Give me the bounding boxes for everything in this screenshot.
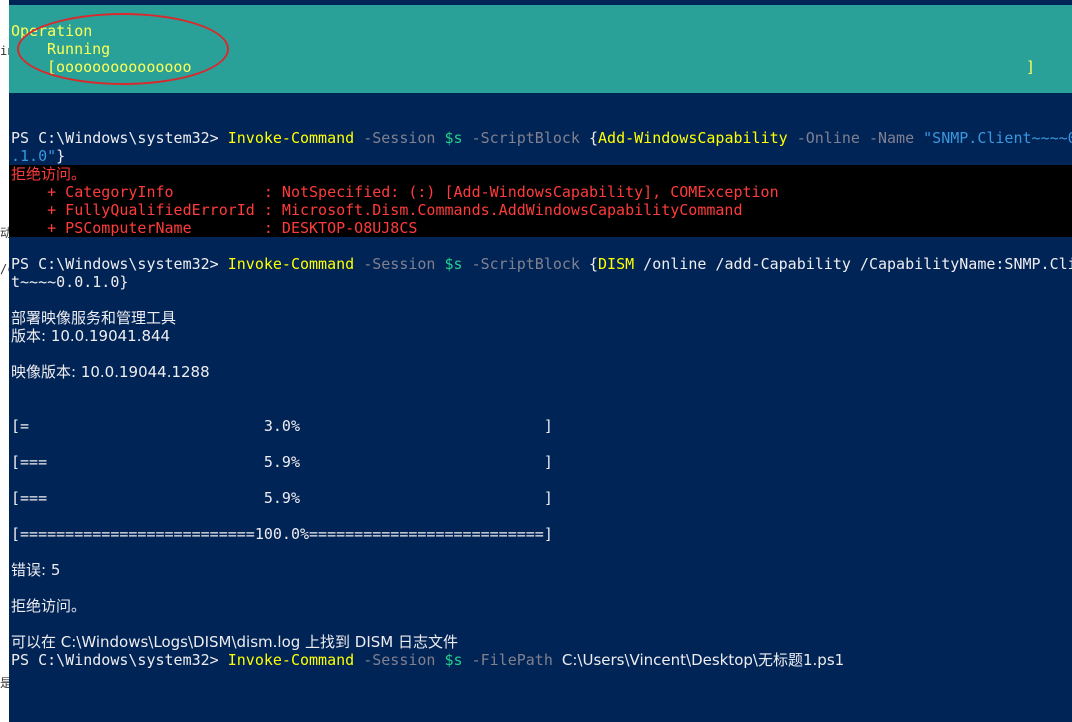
dism-image-version: 映像版本: 10.0.19044.1288 (11, 363, 210, 381)
inner-cmdlet: Add-WindowsCapability (598, 129, 788, 147)
error-detail: + FullyQualifiedErrorId : Microsoft.Dism… (11, 201, 743, 219)
prompt: PS C:\Windows\system32> (11, 129, 228, 147)
brace: { (589, 129, 599, 147)
command-line-1-wrap: .1.0"} (11, 147, 65, 165)
brace: { (589, 255, 599, 273)
prompt: PS C:\Windows\system32> (11, 651, 228, 669)
parameter: -Session (354, 255, 445, 273)
dism-tool-name: 部署映像服务和管理工具 (11, 309, 177, 327)
dism-progress: [==========================100.0%=======… (11, 525, 553, 543)
error-detail: + PSComputerName : DESKTOP-O8UJ8CS (11, 219, 418, 237)
progress-banner: Operation Running [ooooooooooooooo ] (9, 5, 1072, 93)
dism-progress: [=== 5.9% ] (11, 489, 553, 507)
background-glyph: /c (0, 262, 9, 276)
parameter: -Session (354, 651, 445, 669)
cmdlet: Invoke-Command (227, 255, 355, 273)
arguments: t~~~~0.0.1.0 (11, 273, 120, 291)
command-line-2-wrap: t~~~~0.0.1.0} (11, 273, 128, 291)
parameter: -Session (354, 129, 445, 147)
background-glyph: in (0, 44, 9, 58)
command-line-3[interactable]: PS C:\Windows\system32> Invoke-Command -… (11, 651, 844, 669)
dism-error-message: 拒绝访问。 (11, 597, 87, 615)
dism-progress: [= 3.0% ] (11, 417, 553, 435)
error-detail: + CategoryInfo : NotSpecified: (:) [Add-… (11, 183, 779, 201)
inner-command: DISM (598, 255, 635, 273)
brace: } (56, 147, 66, 165)
error-output: 拒绝访问。 + CategoryInfo : NotSpecified: (:)… (9, 165, 1072, 237)
brace: } (119, 273, 129, 291)
dism-progress: [=== 5.9% ] (11, 453, 553, 471)
dism-version: 版本: 10.0.19041.844 (11, 327, 171, 345)
string-value: .1.0" (11, 147, 57, 165)
command-line-1: PS C:\Windows\system32> Invoke-Command -… (11, 129, 1072, 147)
dism-log-hint: 可以在 C:\Windows\Logs\DISM\dism.log 上找到 DI… (11, 633, 459, 651)
background-glyph: 是 (0, 676, 9, 690)
annotation-ellipse (17, 13, 229, 85)
variable: $s (444, 129, 463, 147)
variable: $s (444, 255, 463, 273)
progress-bar-end: ] (1026, 58, 1036, 76)
parameter: -Name (859, 129, 924, 147)
prompt: PS C:\Windows\system32> (11, 255, 228, 273)
command-line-2: PS C:\Windows\system32> Invoke-Command -… (11, 255, 1072, 273)
parameter: -Online (787, 129, 860, 147)
cmdlet: Invoke-Command (227, 651, 355, 669)
arguments: /online /add-Capability /CapabilityName:… (634, 255, 1072, 273)
cmdlet: Invoke-Command (227, 129, 355, 147)
parameter: -FilePath (462, 651, 562, 669)
file-path: C:\Users\Vincent\Desktop\无标题1.ps1 (561, 651, 845, 669)
error-title: 拒绝访问。 (11, 165, 87, 183)
powershell-console[interactable]: Operation Running [ooooooooooooooo ] PS … (9, 0, 1072, 722)
background-window-edge: in /c 动 是 (0, 0, 9, 722)
parameter: -ScriptBlock (462, 129, 589, 147)
dism-error-code: 错误: 5 (11, 561, 61, 579)
parameter: -ScriptBlock (462, 255, 589, 273)
variable: $s (444, 651, 463, 669)
background-glyph: 动 (0, 226, 9, 240)
string-value: "SNMP.Client~~~~0 (923, 129, 1072, 147)
